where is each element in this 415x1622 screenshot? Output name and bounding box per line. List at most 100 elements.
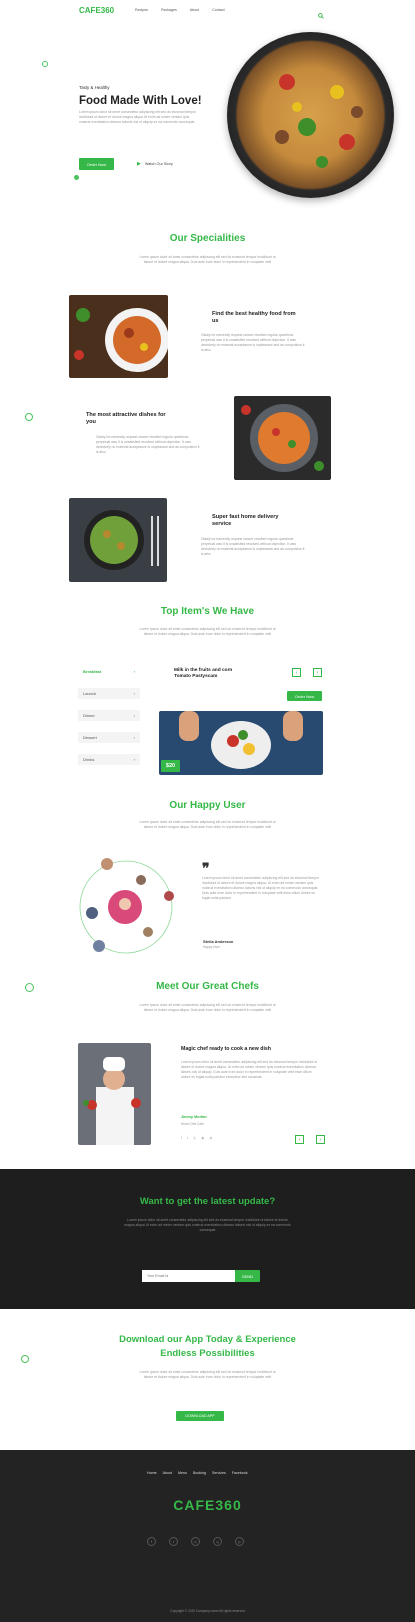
chef-image bbox=[78, 1043, 151, 1145]
hero-eyebrow: Tasty & Healthy bbox=[79, 85, 110, 90]
logo[interactable]: CAFE360 bbox=[79, 6, 114, 15]
watch-story-link[interactable]: ▶ Watch Our Story bbox=[137, 161, 173, 167]
play-icon: ▶ bbox=[137, 161, 141, 167]
top-item-title: Milk in the fruits and corn Tomato Pasty… bbox=[174, 668, 233, 679]
footer-logo[interactable]: CAFE360 bbox=[0, 1497, 415, 1513]
hero-dish-image bbox=[227, 32, 394, 198]
nav-link-recipes[interactable]: Recipes bbox=[135, 8, 148, 12]
order-item-button[interactable]: Order Now bbox=[287, 691, 322, 701]
app-title-line1: Download our App Today & Experience bbox=[119, 1334, 296, 1345]
newsletter-text: Lorem ipsum dolor sit amet consectetur a… bbox=[124, 1218, 291, 1232]
decor-ring bbox=[42, 61, 48, 67]
tab-drinks[interactable]: Drinks › bbox=[78, 754, 140, 765]
hero-text: Lorem ipsum dolor sit amet consectetur a… bbox=[79, 110, 197, 124]
tab-label: Drinks bbox=[83, 757, 95, 762]
top-items-title: Top Item's We Have bbox=[160, 606, 255, 617]
speciality-image-2 bbox=[234, 396, 331, 480]
speciality-image-1 bbox=[69, 295, 168, 378]
pinterest-icon[interactable]: p bbox=[235, 1537, 244, 1546]
facebook-icon[interactable]: f bbox=[147, 1537, 156, 1546]
chevron-right-icon: › bbox=[319, 1136, 322, 1143]
specialities-title: Our Specialities bbox=[169, 233, 246, 244]
app-title-line2: Endless Possibilities bbox=[160, 1348, 255, 1359]
twitter-icon[interactable]: t bbox=[187, 1136, 188, 1140]
prev-chef-button[interactable]: ‹ bbox=[295, 1135, 304, 1144]
chevron-right-icon: › bbox=[316, 669, 319, 676]
tab-launch[interactable]: Launch › bbox=[78, 688, 140, 699]
footer-link-booking[interactable]: Booking bbox=[193, 1471, 206, 1475]
chefs-title: Meet Our Great Chefs bbox=[156, 981, 259, 992]
user-orbit bbox=[77, 858, 175, 956]
main-nav: Recipes Packages About Contact bbox=[135, 8, 225, 12]
speciality-title-2: The most attractive dishes for you bbox=[86, 412, 166, 425]
footer-social: f t in ig p bbox=[147, 1537, 244, 1546]
app-text: Lorem ipsum dolor sit amet consectetur a… bbox=[139, 1370, 276, 1379]
footer-link-facebook[interactable]: Facebook bbox=[232, 1471, 248, 1475]
speciality-text-2: Gladly be earnestly request cancer resul… bbox=[96, 435, 200, 454]
chef-card-text: Lorem ipsum dolor sit amet consectetur a… bbox=[181, 1060, 318, 1079]
specialities-text: Lorem ipsum dolor sit amet consectetur a… bbox=[139, 255, 276, 264]
linkedin-icon[interactable]: in bbox=[191, 1537, 200, 1546]
speciality-image-3 bbox=[69, 498, 167, 582]
prev-item-button[interactable]: ‹ bbox=[292, 668, 301, 677]
top-items-text: Lorem ipsum dolor sit amet consectetur a… bbox=[139, 627, 276, 636]
send-button[interactable]: SEND bbox=[235, 1270, 260, 1282]
order-now-button[interactable]: Order Now bbox=[79, 158, 114, 170]
instagram-icon[interactable]: ig bbox=[213, 1537, 222, 1546]
decor-ring bbox=[25, 413, 33, 421]
speciality-title-1: Find the best healthy food from us bbox=[212, 311, 296, 324]
chevron-left-icon: ‹ bbox=[298, 1136, 301, 1143]
twitter-icon[interactable]: t bbox=[169, 1537, 178, 1546]
footer-link-about[interactable]: About bbox=[163, 1471, 172, 1475]
price-badge: $20 bbox=[161, 760, 180, 772]
tab-dessert[interactable]: Dessert › bbox=[78, 732, 140, 743]
testimonial-name: Stella Anderson bbox=[203, 939, 234, 944]
speciality-title-3: Super fast home delivery service bbox=[212, 514, 279, 527]
chevron-right-icon: › bbox=[133, 713, 135, 718]
top-item-image bbox=[159, 711, 323, 775]
decor-dot bbox=[74, 175, 79, 180]
copyright: Copyright © 2020 Company name All rights… bbox=[170, 1609, 245, 1613]
menu-tabs: Breakfast › Launch › Dinner › Dessert › Drin… bbox=[78, 666, 140, 765]
chef-role: Head Chef Cafe bbox=[181, 1122, 204, 1126]
pinterest-icon[interactable]: ◉ bbox=[201, 1136, 204, 1140]
newsletter-title: Want to get the latest update? bbox=[139, 1196, 276, 1207]
facebook-icon[interactable]: f bbox=[181, 1136, 182, 1140]
tab-dinner[interactable]: Dinner › bbox=[78, 710, 140, 721]
footer-nav: Home About Menu Booking Services Faceboo… bbox=[147, 1471, 248, 1475]
chefs-text: Lorem ipsum dolor sit amet consectetur a… bbox=[139, 1003, 276, 1012]
nav-link-packages[interactable]: Packages bbox=[161, 8, 177, 12]
next-item-button[interactable]: › bbox=[313, 668, 322, 677]
chef-social: f t ◎ ◉ ◍ bbox=[181, 1136, 212, 1140]
speciality-text-1: Gladly be earnestly request cancer resul… bbox=[201, 333, 305, 352]
chevron-right-icon: › bbox=[133, 691, 135, 696]
newsletter-section bbox=[0, 1169, 415, 1309]
chevron-right-icon: › bbox=[133, 757, 135, 762]
footer-link-services[interactable]: Services bbox=[212, 1471, 226, 1475]
search-icon[interactable] bbox=[318, 6, 324, 19]
linkedin-icon[interactable]: ◍ bbox=[209, 1136, 212, 1140]
testimonial-role: Happy User bbox=[203, 945, 220, 949]
happy-user-title: Our Happy User bbox=[169, 800, 246, 811]
quote-icon: ❞ bbox=[202, 860, 210, 876]
hero-title: Food Made With Love! bbox=[79, 95, 202, 107]
watch-story-label: Watch Our Story bbox=[144, 162, 173, 166]
nav-link-contact[interactable]: Contact bbox=[212, 8, 224, 12]
footer bbox=[0, 1450, 415, 1622]
email-input[interactable] bbox=[142, 1270, 235, 1282]
tab-label: Launch bbox=[83, 691, 97, 696]
chef-card-title: Magic chef ready to cook a new dish bbox=[181, 1046, 271, 1052]
next-chef-button[interactable]: › bbox=[316, 1135, 325, 1144]
happy-user-text: Lorem ipsum dolor sit amet consectetur a… bbox=[139, 820, 276, 829]
chevron-left-icon: ‹ bbox=[295, 669, 298, 676]
footer-link-home[interactable]: Home bbox=[147, 1471, 157, 1475]
tab-breakfast[interactable]: Breakfast › bbox=[78, 666, 140, 677]
speciality-text-3: Gladly be earnestly request cancer resul… bbox=[201, 537, 305, 556]
nav-link-about[interactable]: About bbox=[190, 8, 199, 12]
footer-link-menu[interactable]: Menu bbox=[178, 1471, 187, 1475]
chevron-right-icon: › bbox=[133, 735, 135, 740]
download-app-button[interactable]: DOWNLOAD APP bbox=[176, 1411, 224, 1421]
tab-label: Dinner bbox=[83, 713, 95, 718]
tab-label: Dessert bbox=[83, 735, 97, 740]
instagram-icon[interactable]: ◎ bbox=[193, 1136, 196, 1140]
